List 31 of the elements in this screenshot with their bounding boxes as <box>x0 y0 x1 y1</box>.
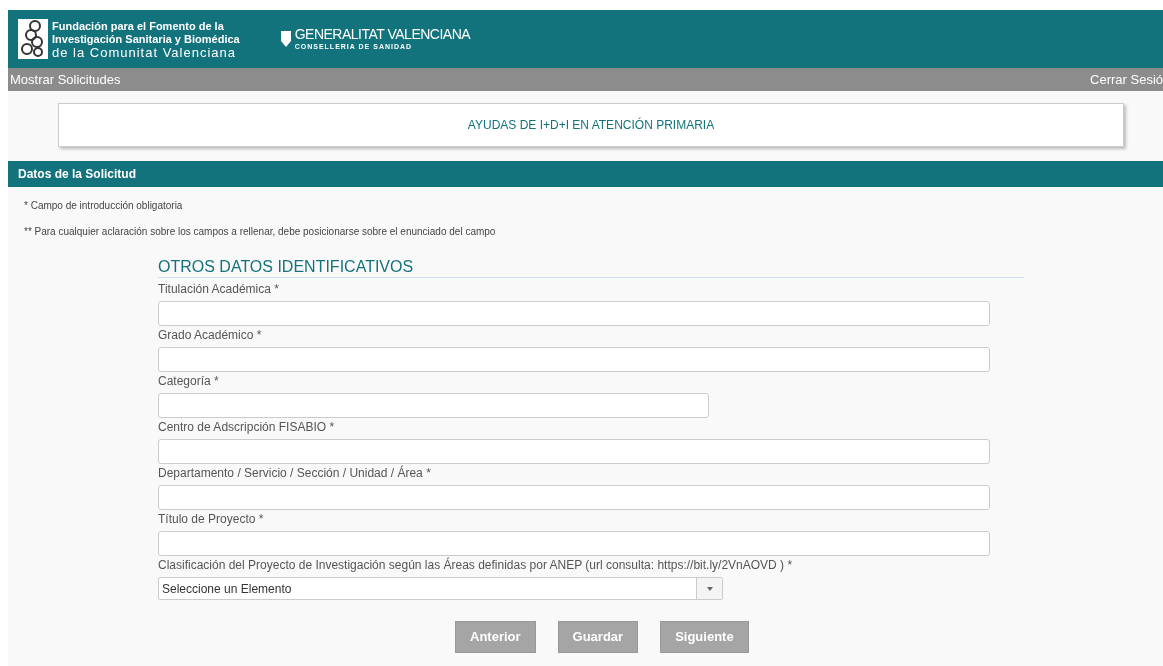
select-field[interactable]: Seleccione un Elemento <box>158 577 723 600</box>
logout-link[interactable]: Cerrar Sesió <box>1090 69 1163 90</box>
foundation-name: Investigación Sanitaria y Biomédica <box>52 32 240 46</box>
foundation-name: de la Comunitat Valenciana <box>52 45 238 59</box>
program-title: AYUDAS DE I+D+I EN ATENCIÓN PRIMARIA <box>467 116 715 134</box>
crest-icon <box>279 30 292 48</box>
select-value: Seleccione un Elemento <box>161 580 292 598</box>
note-text: ** Para cualquier aclaración sobre los campos a rellenar, debe posicionarse sobre el enunciado del campo <box>24 225 497 239</box>
nav-button[interactable]: Guardar <box>557 621 639 653</box>
field-label: Grado Académico * <box>158 328 263 343</box>
note-text: * Campo de introducción obligatoria <box>24 199 184 213</box>
section-title: Datos de la Solicitud <box>18 166 137 183</box>
field-label: Clasificación del Proyecto de Investigación según las Áreas definidas por ANEP (url consulta: https://bit.ly/2VnAOVD ) * <box>158 558 794 573</box>
field-label: Centro de Adscripción FISABIO * <box>158 420 336 435</box>
field-label: Departamento / Servicio / Sección / Unidad / Área * <box>158 466 432 481</box>
input-field[interactable] <box>158 393 709 418</box>
input-field[interactable] <box>158 301 990 326</box>
nav-button[interactable]: Anterior <box>455 621 536 653</box>
input-field[interactable] <box>158 347 990 372</box>
nav-button[interactable]: Siguiente <box>660 621 749 653</box>
form-heading: OTROS DATOS IDENTIFICATIVOS <box>158 257 1024 278</box>
input-field[interactable] <box>158 439 990 464</box>
field-label: Categoría * <box>158 374 220 389</box>
input-field[interactable] <box>158 485 990 510</box>
foundation-name: Fundación para el Fomento de la <box>52 19 225 33</box>
input-field[interactable] <box>158 531 990 556</box>
government-name: GENERALITAT VALENCIANA <box>294 27 471 42</box>
foundation-logo-icon <box>18 19 48 59</box>
show-requests-link[interactable]: Mostrar Solicitudes <box>8 69 121 90</box>
field-label: Titulación Académica * <box>158 282 280 297</box>
field-label: Título de Proyecto * <box>158 512 265 527</box>
